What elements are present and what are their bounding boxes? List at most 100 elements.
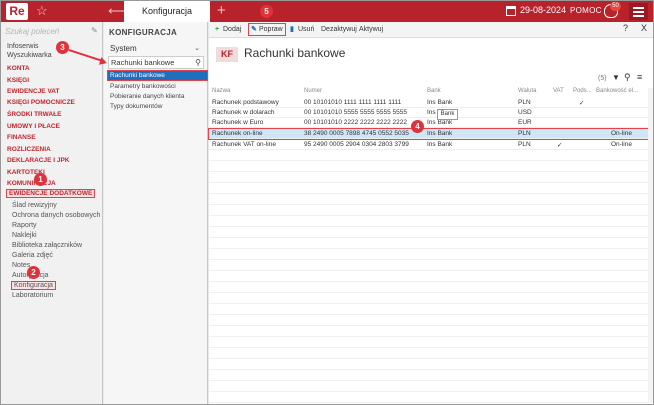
edit-button[interactable]: ✎ Popraw [248, 23, 286, 36]
tooltip-bank: Bank [437, 109, 458, 120]
cell-number: 95 2490 0005 2904 0304 2803 3799 [304, 141, 409, 148]
delete-button[interactable]: ▮ Usuń [290, 24, 314, 35]
empty-row [209, 173, 649, 183]
sidebar-item-srodki-trwale[interactable]: ŚRODKI TRWAŁE [7, 111, 61, 118]
config-item-typy-dokumentow[interactable]: Typy dokumentów [108, 102, 207, 111]
empty-row [209, 195, 649, 205]
sidebar-item-ksiegi-pomocnicze[interactable]: KSIĘGI POMOCNICZE [7, 99, 75, 106]
empty-row [209, 206, 649, 216]
sidebar-item-deklaracje-i-jpk[interactable]: DEKLARACJE I JPK [7, 157, 69, 164]
calendar-icon[interactable] [506, 6, 516, 16]
empty-row [209, 305, 649, 315]
cell-currency: PLN [518, 130, 531, 137]
menu-icon[interactable]: ≡ [637, 72, 642, 82]
chevron-down-icon: ⌄ [194, 45, 200, 52]
activate-button[interactable]: Aktywuj [359, 24, 383, 35]
column-header-nazwa[interactable]: Nazwa [212, 88, 230, 94]
table-row[interactable]: Rachunek w Euro 00 10101010 2222 2222 22… [209, 118, 649, 128]
cell-name: Rachunek on-line [212, 130, 263, 137]
sidebar-item-ewidencje-vat[interactable]: EWIDENCJE VAT [7, 88, 60, 95]
app-logo[interactable]: Re [6, 3, 28, 20]
column-header-pods[interactable]: Pods... [573, 88, 592, 94]
empty-row [209, 294, 649, 304]
vertical-scrollbar[interactable] [648, 88, 653, 403]
sidebar-item-infoserwis[interactable]: Infoserwis [7, 43, 39, 50]
cell-currency: USD [518, 109, 532, 116]
help-link[interactable]: POMOC [570, 6, 602, 15]
empty-row [209, 327, 649, 337]
step-marker-5: 5 [260, 5, 273, 18]
search-icon[interactable]: ⚲ [195, 57, 201, 68]
column-header-bankowosc[interactable]: Bankowość el... [596, 88, 638, 94]
table-row-selected[interactable]: Rachunek on-line 38 2490 0005 7898 4745 … [208, 128, 650, 140]
empty-row [209, 217, 649, 227]
cell-name: Rachunek w Euro [212, 119, 264, 126]
pin-icon[interactable]: ✎ [91, 26, 98, 35]
tab-konfiguracja-systemu[interactable]: Konfiguracja systemu [124, 1, 210, 37]
empty-row [209, 184, 649, 194]
favorites-star-icon[interactable]: ☆ [36, 4, 48, 18]
config-search-value: Rachunki bankowe [111, 58, 175, 67]
hamburger-menu-icon[interactable] [629, 3, 648, 20]
empty-row [209, 272, 649, 282]
column-header-bank[interactable]: Bank [427, 88, 441, 94]
module-badge: KF [216, 47, 238, 62]
empty-row [209, 261, 649, 271]
cell-name: Rachunek w dolarach [212, 109, 275, 116]
add-tab-icon[interactable]: + [217, 2, 226, 20]
sidebar-item-ksiegi[interactable]: KSIĘGI [7, 77, 29, 84]
cell-name: Rachunek podstawowy [212, 99, 279, 106]
trash-icon: ▮ [290, 26, 294, 33]
sidebar-item-rozliczenia[interactable]: ROZLICZENIA [7, 146, 51, 153]
add-button[interactable]: + Dodaj [215, 24, 241, 35]
cell-number: 00 10101010 1111 1111 1111 1111 [304, 99, 402, 106]
empty-row [209, 371, 649, 381]
config-search-input[interactable]: Rachunki bankowe ⚲ [108, 56, 204, 69]
table-row[interactable]: Rachunek w dolarach 00 10101010 5555 555… [209, 108, 649, 118]
config-item-parametry-bankowosci[interactable]: Parametry bankowości [108, 82, 207, 91]
empty-row [209, 349, 649, 359]
pencil-icon: ✎ [251, 26, 257, 33]
deactivate-button[interactable]: Dezaktywuj [321, 24, 357, 35]
filter-icon[interactable]: ▼ [612, 73, 620, 82]
sidebar-item-biblioteka[interactable]: Biblioteka załączników [12, 242, 82, 249]
search-icon[interactable]: ⚲ [624, 72, 631, 83]
sidebar-item-finanse[interactable]: FINANSE [7, 134, 36, 141]
sidebar-item-ochrona-danych[interactable]: Ochrona danych osobowych [12, 212, 100, 219]
close-icon[interactable]: X [641, 23, 647, 33]
cell-bank: Ins Bank [427, 141, 453, 148]
sidebar-item-raporty[interactable]: Raporty [12, 222, 37, 229]
record-count: (5) [598, 75, 607, 82]
sidebar-item-galeria[interactable]: Galeria zdjęć [12, 252, 53, 259]
column-header-waluta[interactable]: Waluta [518, 88, 536, 94]
sidebar-item-umowy-i-place[interactable]: UMOWY I PŁACE [7, 123, 60, 130]
sidebar-item-slad-rewizyjny[interactable]: Ślad rewizyjny [12, 202, 57, 209]
sidebar-item-naklejki[interactable]: Naklejki [12, 232, 37, 239]
sidebar-item-ewidencje-dodatkowe[interactable]: EWIDENCJE DODATKOWE [5, 189, 96, 198]
cell-bank: Ins Bank [427, 99, 453, 106]
sidebar-item-laboratorium[interactable]: Laboratorium [12, 292, 53, 299]
sidebar-search-input[interactable]: Szukaj poleceń [5, 27, 99, 39]
column-header-numer[interactable]: Numer [304, 88, 322, 94]
sidebar-item-wyszukiwarka[interactable]: Wyszukiwarka [7, 52, 52, 59]
config-item-rachunki-bankowe[interactable]: Rachunki bankowe [107, 70, 208, 81]
sidebar-item-konta[interactable]: KONTA [7, 65, 30, 72]
help-icon[interactable]: ? [623, 23, 628, 33]
current-date[interactable]: 29-08-2024 [520, 5, 566, 15]
cell-online: On-line [611, 141, 632, 148]
step-marker-3: 3 [56, 41, 69, 54]
column-header-vat[interactable]: VAT [553, 88, 564, 94]
sidebar-item-konfiguracja[interactable]: Konfiguracja [11, 281, 56, 290]
empty-row [209, 360, 649, 370]
config-category-select[interactable]: System ⌄ [108, 42, 204, 55]
toolbar: + Dodaj ✎ Popraw ▮ Usuń Dezaktywuj Aktywuj … [209, 22, 653, 38]
table-row[interactable]: Rachunek VAT on-line 95 2490 0005 2904 0… [209, 140, 649, 150]
cell-number: 00 10101010 2222 2222 2222 2222 [304, 119, 408, 126]
sidebar-item-komunikacja[interactable]: KOMUNIKACJA [7, 180, 56, 187]
main-content: + Dodaj ✎ Popraw ▮ Usuń Dezaktywuj Aktywuj … [208, 22, 653, 404]
empty-row [209, 250, 649, 260]
cell-pods: ✓ [579, 100, 585, 107]
table-row[interactable]: Rachunek podstawowy 00 10101010 1111 111… [209, 98, 649, 108]
app-window: Re ☆ ⟵ Konfiguracja systemu + 29-08-2024… [0, 0, 654, 405]
config-item-pobieranie-danych[interactable]: Pobieranie danych klienta [108, 92, 207, 101]
